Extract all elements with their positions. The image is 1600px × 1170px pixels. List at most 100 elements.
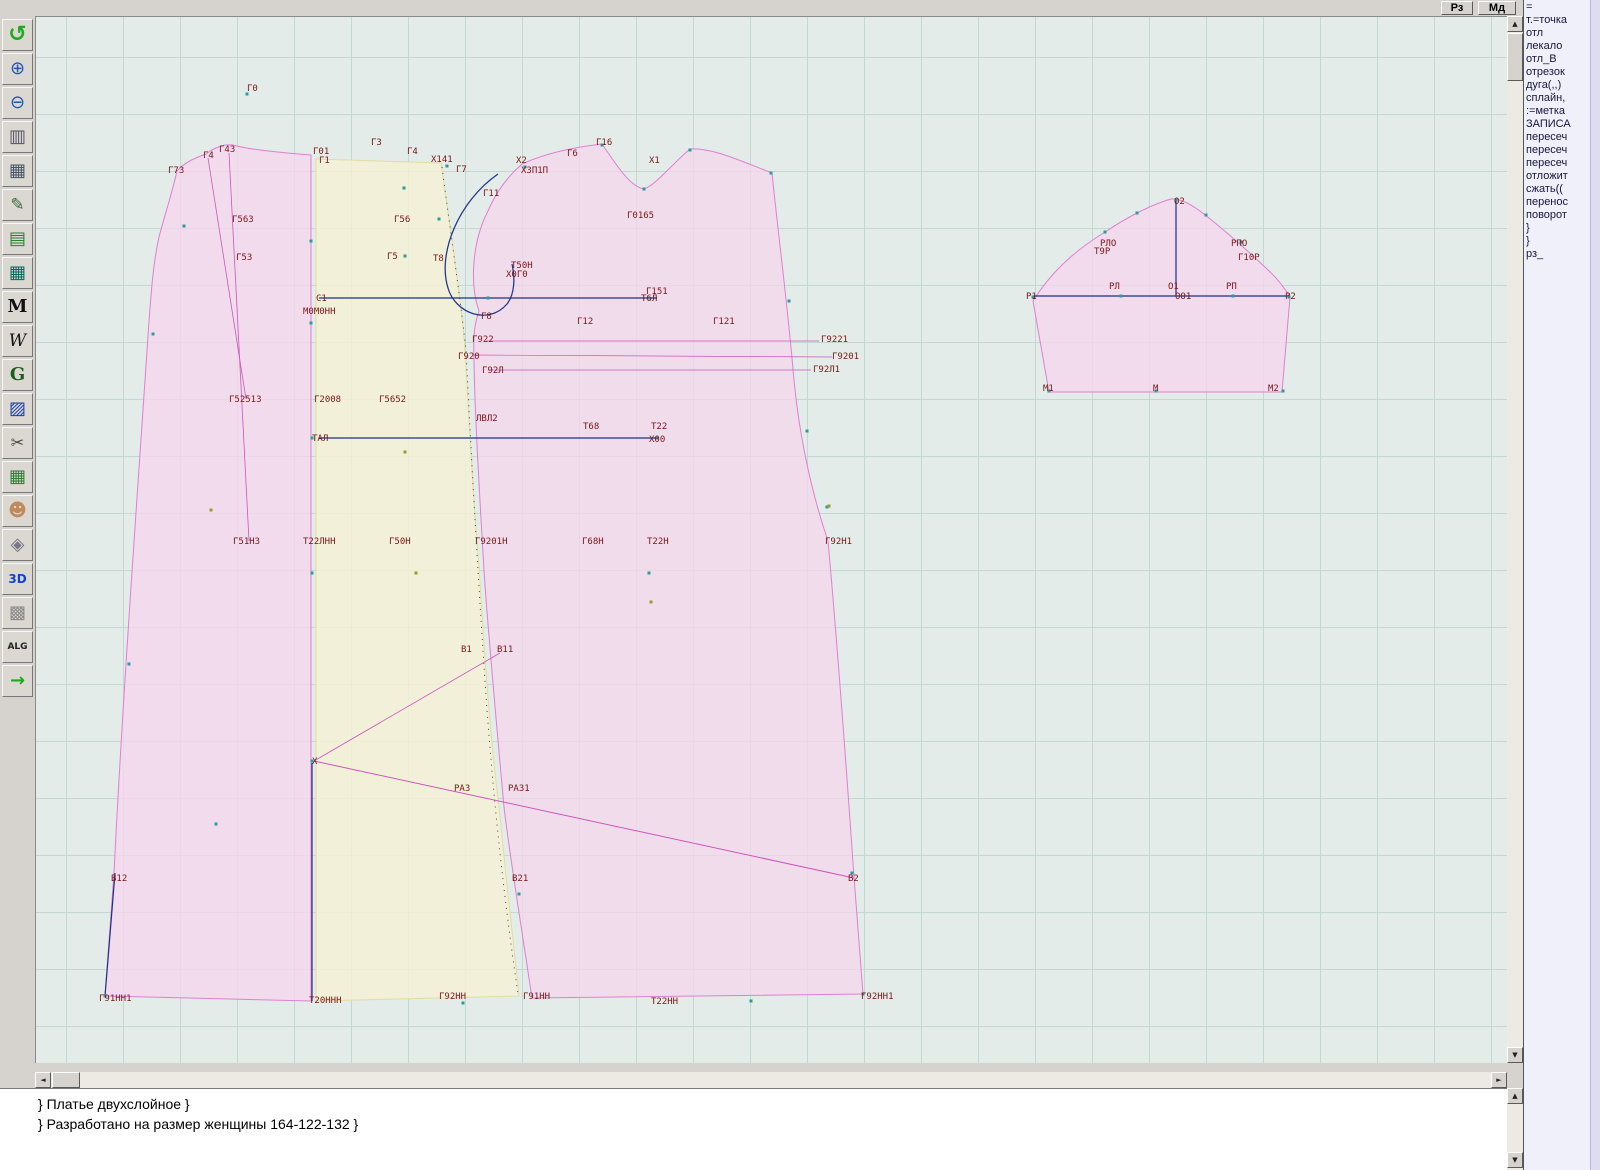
command-line: отрезок — [1526, 66, 1588, 79]
snapshot-button[interactable]: ✂ — [2, 427, 33, 459]
status-vscrollbar[interactable]: ▲ ▼ — [1507, 1088, 1523, 1170]
point-label: Г1 — [319, 156, 330, 166]
point-label: Г5 — [387, 252, 398, 262]
zoom-out-icon: ⊖ — [10, 94, 25, 112]
point-label: В11 — [497, 645, 513, 655]
measure-w-button[interactable]: W — [2, 325, 33, 357]
grid-icon: ▦ — [9, 162, 26, 180]
point-label: Г7 — [456, 165, 467, 175]
hscroll-thumb[interactable] — [52, 1072, 80, 1088]
zoom-button[interactable]: ⊖ — [2, 87, 33, 119]
point-marker — [310, 240, 313, 243]
page-preview-icon: ▥ — [9, 128, 26, 146]
preview-button[interactable]: ▥ — [2, 121, 33, 153]
status-scroll-up-button[interactable]: ▲ — [1507, 1088, 1523, 1104]
point-marker — [183, 225, 186, 228]
front-piece[interactable] — [473, 144, 863, 998]
point-marker — [643, 188, 646, 191]
point-label: В21 — [512, 874, 528, 884]
point-label: Х00 — [649, 435, 665, 445]
point-marker — [788, 300, 791, 303]
notes-button[interactable]: ▦ — [2, 257, 33, 289]
table-icon: ▦ — [9, 468, 26, 486]
scroll-right-button[interactable]: ► — [1491, 1072, 1507, 1088]
point-marker — [310, 322, 313, 325]
point-label: Т9Р — [1094, 247, 1111, 257]
point-marker — [750, 1000, 753, 1003]
measure-g-button[interactable]: G — [2, 359, 33, 391]
layers-button[interactable]: ▨ — [2, 393, 33, 425]
point-marker — [215, 823, 218, 826]
grid-button[interactable]: ▦ — [2, 155, 33, 187]
undo-button[interactable]: ↺ — [2, 19, 33, 51]
point-label: Г121 — [713, 317, 735, 327]
point-label: Т8 — [433, 254, 444, 264]
scroll-down-button[interactable]: ▼ — [1507, 1047, 1523, 1063]
point-marker — [487, 297, 490, 300]
command-line: т.=точка — [1526, 14, 1588, 27]
point-label: Х — [312, 757, 318, 767]
model-photo-button[interactable]: ☻ — [2, 495, 33, 527]
point-label: Г91НН — [523, 992, 550, 1002]
fabric-button[interactable]: ▩ — [2, 597, 33, 629]
zoom-in-button[interactable]: ⊕ — [2, 53, 33, 85]
app-window: Рз Мд ↺⊕⊖▥▦✎▤▦MWG▨✂▦☻◈3D▩ALG→ Г0Г43Г4Г73… — [0, 0, 1600, 1170]
drawing-canvas[interactable]: Г0Г43Г4Г73Г01Г1Г3Г4Х141Г7Х2Х3П1ПГ6Г16Х1Г… — [35, 16, 1507, 1063]
garment-icon: ◈ — [11, 536, 25, 554]
portrait-icon: ☻ — [8, 502, 27, 520]
point-label: Г92Л1 — [813, 365, 840, 375]
exit-button[interactable]: → — [2, 665, 33, 697]
pen-button[interactable]: ✎ — [2, 189, 33, 221]
canvas-hscrollbar[interactable]: ◄ ► — [35, 1072, 1507, 1088]
point-marker — [152, 333, 155, 336]
point-marker — [518, 893, 521, 896]
point-marker — [403, 187, 406, 190]
point-label: Р2 — [1285, 292, 1296, 302]
top-bar: Рз Мд — [0, 0, 1523, 16]
alg-icon: ALG — [7, 643, 27, 652]
vscroll-thumb[interactable] — [1507, 33, 1523, 81]
command-line: лекало — [1526, 40, 1588, 53]
point-marker — [648, 572, 651, 575]
point-label: Х1 — [649, 156, 660, 166]
exit-icon: → — [10, 672, 25, 690]
point-label: В12 — [111, 874, 127, 884]
pattern-svg[interactable]: Г0Г43Г4Г73Г01Г1Г3Г4Х141Г7Х2Х3П1ПГ6Г16Х1Г… — [36, 17, 1507, 1063]
point-marker — [404, 255, 407, 258]
command-line: } — [1526, 222, 1588, 235]
point-label: Р1 — [1026, 292, 1037, 302]
command-panel-scrollbar[interactable] — [1590, 0, 1600, 1170]
garment-button[interactable]: ◈ — [2, 529, 33, 561]
point-label: Г8 — [481, 312, 492, 322]
point-label: Г53 — [236, 253, 252, 263]
command-panel[interactable]: =т.=точкаотллекалоотл_Вотрезокдуга(,,)сп… — [1523, 0, 1600, 1170]
calculator-button[interactable]: ▤ — [2, 223, 33, 255]
measure-m-button[interactable]: M — [2, 291, 33, 323]
scissors-icon: ✂ — [11, 435, 24, 451]
point-marker — [311, 572, 314, 575]
point-label: Г51Н3 — [233, 537, 260, 547]
scroll-left-button[interactable]: ◄ — [35, 1072, 51, 1088]
command-line: = — [1526, 1, 1588, 14]
alg-button[interactable]: ALG — [2, 631, 33, 663]
md-button[interactable]: Мд — [1478, 1, 1516, 15]
point-label: Г922 — [472, 335, 494, 345]
point-label: РЛ — [1109, 282, 1120, 292]
command-line: отл_В — [1526, 53, 1588, 66]
point-label: М2 — [1268, 384, 1279, 394]
command-line: отложит — [1526, 170, 1588, 183]
table-button[interactable]: ▦ — [2, 461, 33, 493]
message-panel[interactable]: } Платье двухслойное } } Разработано на … — [0, 1088, 1507, 1170]
point-marker — [210, 509, 213, 512]
canvas-vscrollbar[interactable]: ▲ ▼ — [1507, 16, 1523, 1063]
scroll-up-button[interactable]: ▲ — [1507, 16, 1523, 32]
point-label: В1 — [461, 645, 472, 655]
point-label: ЛВЛ2 — [476, 414, 498, 424]
command-line: пересеч — [1526, 131, 1588, 144]
status-scroll-down-button[interactable]: ▼ — [1507, 1152, 1523, 1168]
rz-button[interactable]: Рз — [1441, 1, 1473, 15]
zoom-in-icon: ⊕ — [10, 60, 25, 78]
command-line: перенос — [1526, 196, 1588, 209]
back-piece[interactable] — [105, 145, 311, 1001]
view-3d-button[interactable]: 3D — [2, 563, 33, 595]
